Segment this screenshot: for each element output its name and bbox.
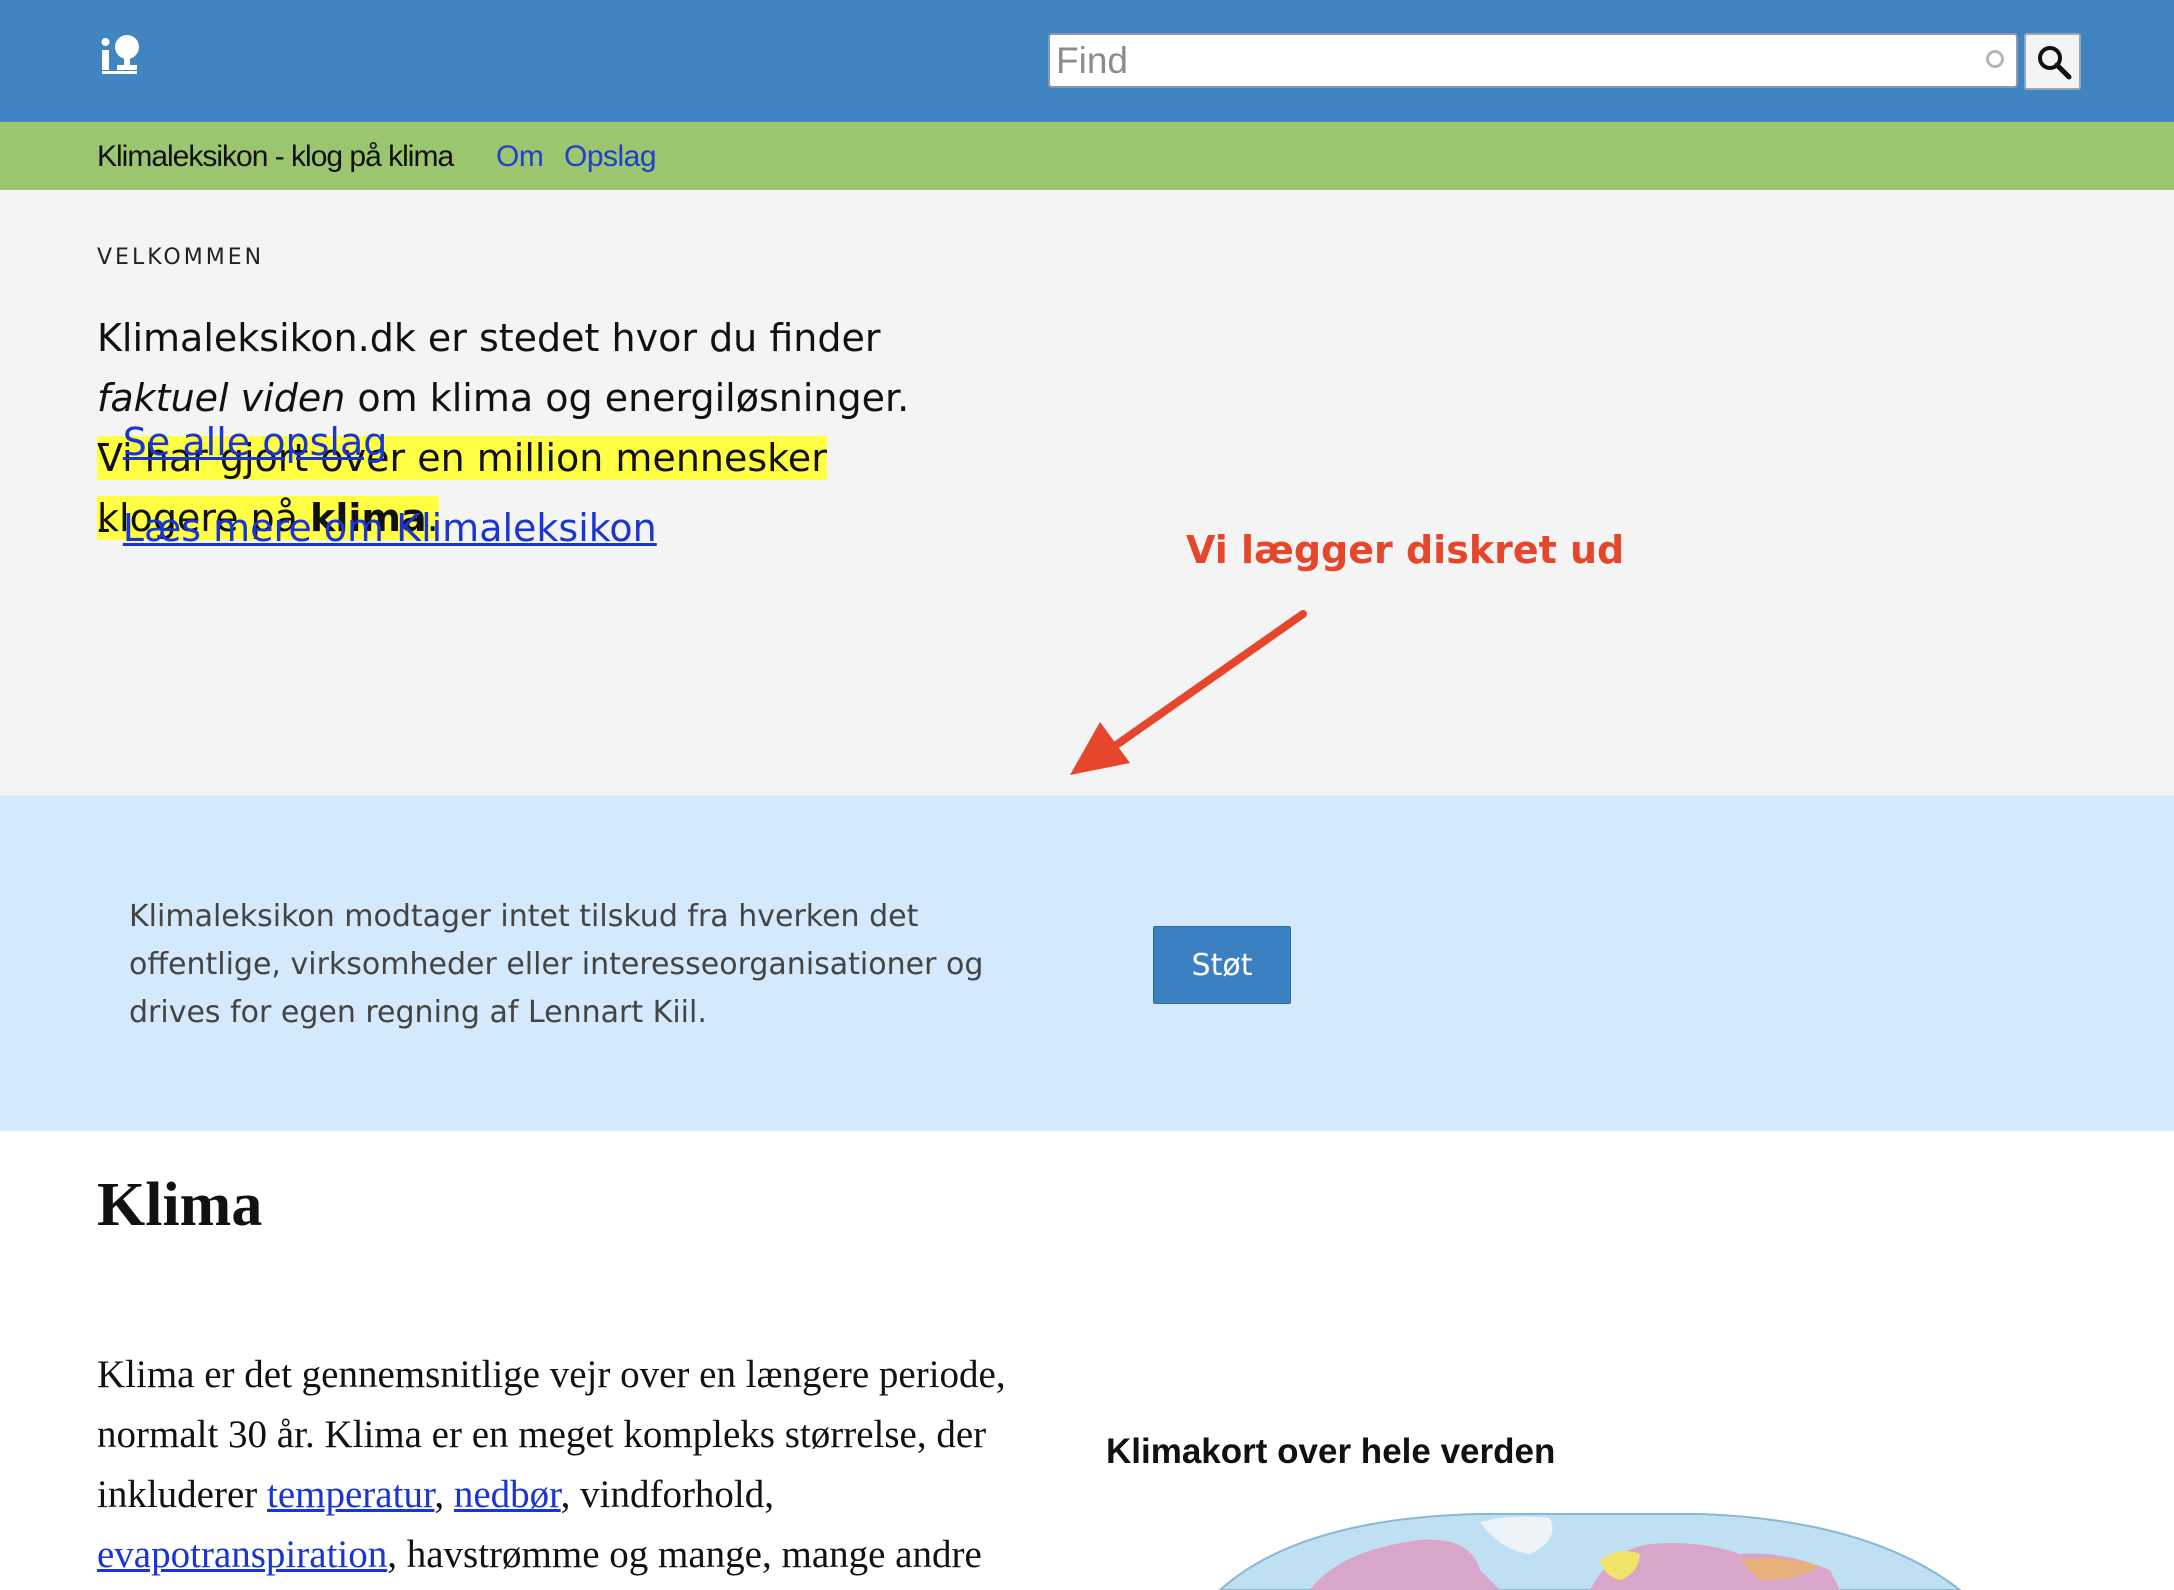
link-prefix: -	[97, 506, 123, 550]
intro-line-1: Klimaleksikon.dk er stedet hvor du finde…	[97, 316, 881, 360]
magnifier-icon	[2038, 46, 2072, 80]
site-title[interactable]: Klimaleksikon - klog på klima	[97, 140, 454, 174]
welcome-link-line-2: - Læs mere om Klimaleksikon	[97, 506, 657, 550]
search-input[interactable]	[1050, 35, 1975, 86]
support-text: Klimaleksikon modtager intet tilskud fra…	[129, 899, 984, 1030]
top-bar	[0, 0, 2174, 122]
klimaleksikon-logo-icon[interactable]	[100, 34, 144, 78]
link-prefix: -	[97, 420, 123, 464]
intro-emphasis: faktuel viden	[97, 376, 346, 420]
nav-link-om[interactable]: Om	[496, 140, 544, 174]
welcome-link-line-1: - Se alle opslag	[97, 420, 387, 464]
see-all-entries-link[interactable]: Se alle opslag	[123, 420, 388, 464]
world-climate-map-image[interactable]	[1180, 1510, 1980, 1590]
welcome-eyebrow: VELKOMMEN	[97, 245, 265, 270]
temperatur-link[interactable]: temperatur	[267, 1473, 434, 1516]
body-text: , vindforhold,	[560, 1473, 775, 1516]
article-body: Klima er det gennemsnitlige vejr over en…	[97, 1345, 1057, 1585]
map-heading: Klimakort over hele verden	[1106, 1432, 1556, 1471]
clear-search-icon[interactable]	[1986, 50, 2004, 68]
sub-navigation: Klimaleksikon - klog på klima Om Opslag	[0, 122, 2174, 190]
support-button[interactable]: Støt	[1153, 926, 1291, 1004]
article-title: Klima	[97, 1171, 263, 1239]
body-text: ,	[434, 1473, 454, 1516]
evapotranspiration-link[interactable]: evapotranspiration	[97, 1533, 387, 1576]
nav-link-opslag[interactable]: Opslag	[564, 140, 657, 174]
nedbor-link[interactable]: nedbør	[454, 1473, 561, 1516]
search-box	[1048, 33, 2018, 88]
search-button[interactable]	[2024, 33, 2081, 90]
annotation-arrow-icon	[1070, 610, 1307, 775]
annotation-text: Vi lægger diskret ud	[1186, 528, 1625, 572]
about-klimaleksikon-link[interactable]: Læs mere om Klimaleksikon	[123, 506, 657, 550]
intro-line-2: om klima og energiløsninger.	[345, 376, 910, 420]
support-banner: Klimaleksikon modtager intet tilskud fra…	[0, 795, 2174, 1131]
body-text: , havstrømme og mange, mange andre	[387, 1533, 982, 1576]
